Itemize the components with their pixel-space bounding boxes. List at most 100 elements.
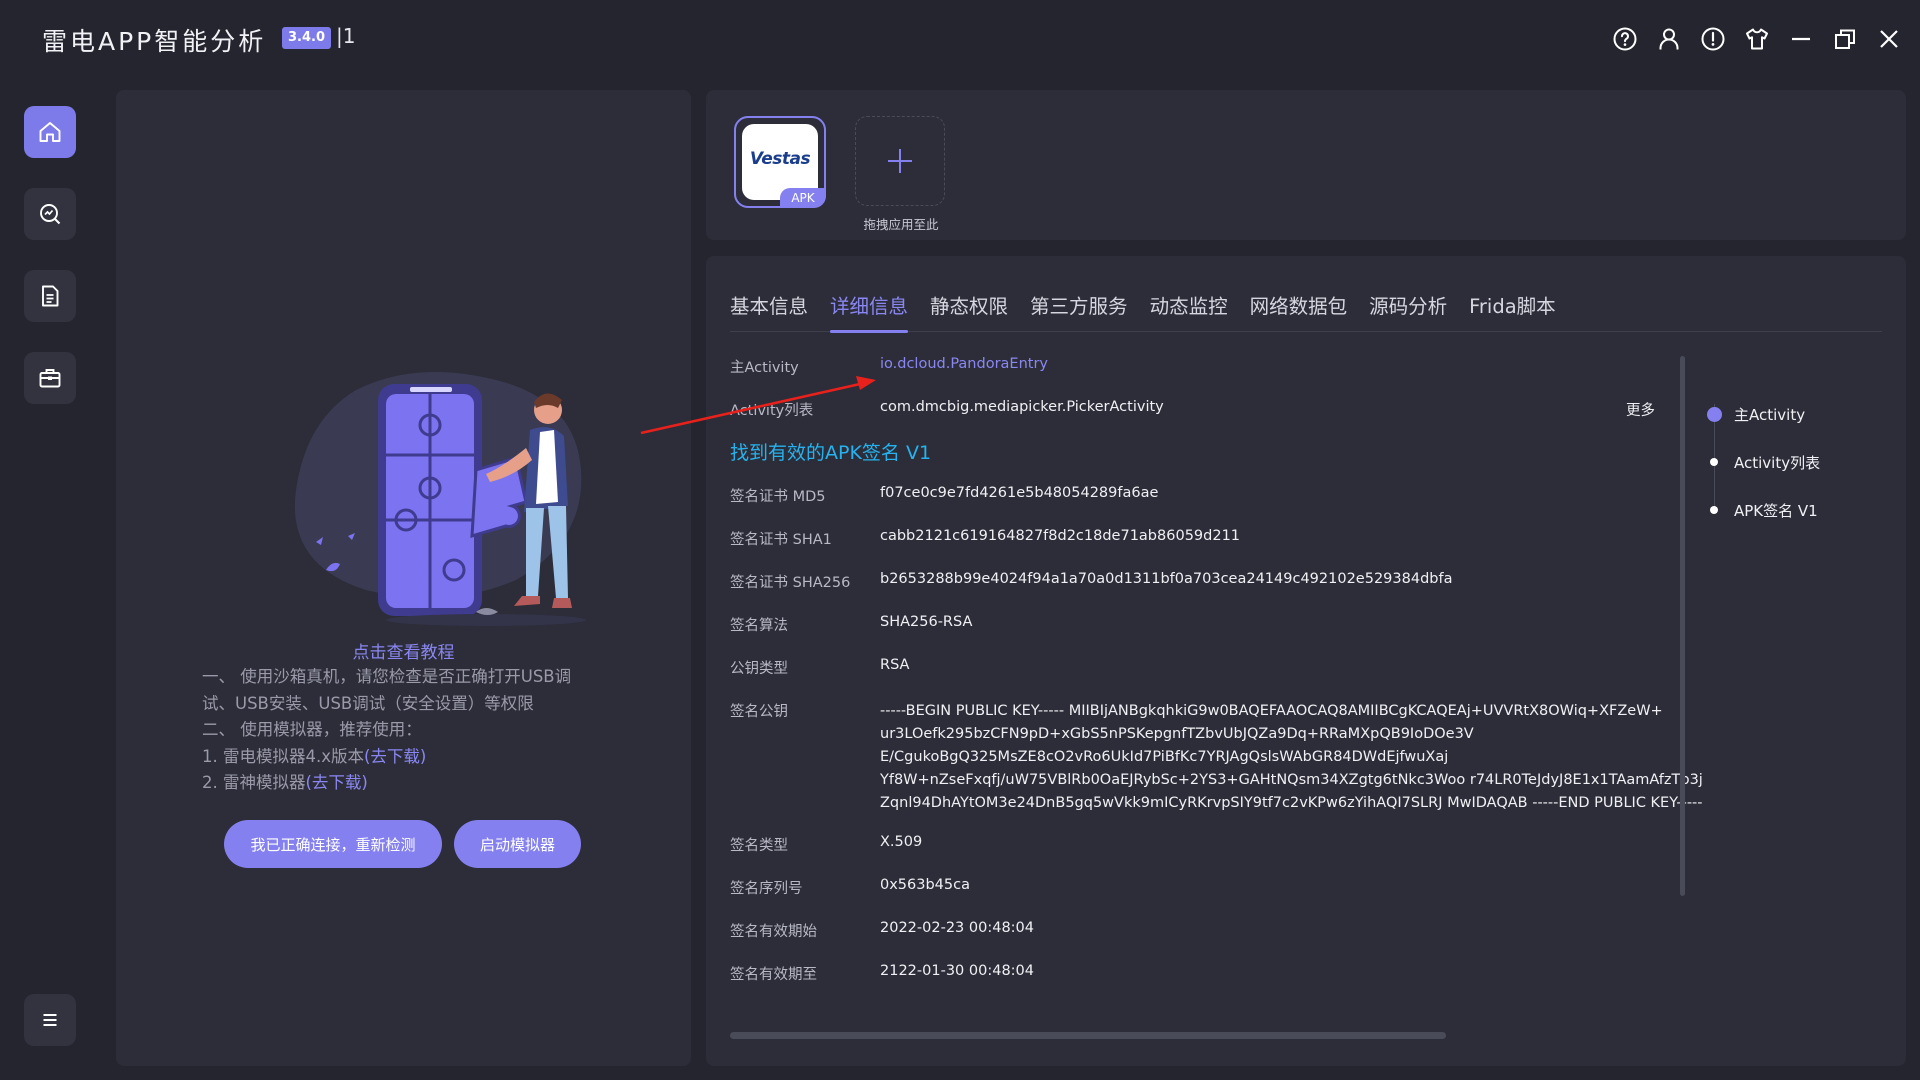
- instruction-line: 1. 雷电模拟器4.x版本(去下载): [202, 744, 622, 771]
- start-emulator-button[interactable]: 启动模拟器: [454, 820, 581, 868]
- home-icon: [39, 122, 61, 142]
- build-label: |1: [336, 24, 356, 48]
- cert-type-value: X.509: [880, 834, 923, 850]
- connection-guide-panel: 点击查看教程 一、 使用沙箱真机，请您检查是否正确打开USB调 试、USB安装、…: [116, 90, 691, 1066]
- pubkey-line: ur3LOefk295bzCFN9pD+xGbS5nPSKepgnfTZbvUb…: [880, 726, 1474, 742]
- sha1-value: cabb2121c619164827f8d2c18de71ab86059d211: [880, 528, 1241, 544]
- skin-icon: [1746, 28, 1768, 50]
- sidebar-item-home[interactable]: [24, 106, 76, 158]
- tab-frida-script[interactable]: Frida脚本: [1469, 282, 1556, 332]
- pubkey-line: -----BEGIN PUBLIC KEY----- MIIBIjANBgkqh…: [880, 703, 1663, 719]
- emulator-name-ldplayer: 1. 雷电模拟器4.x版本: [202, 746, 364, 766]
- menu-icon: [43, 1014, 57, 1026]
- tab-third-party[interactable]: 第三方服务: [1030, 282, 1128, 332]
- valid-to-value: 2122-01-30 00:48:04: [880, 963, 1034, 979]
- serial-label: 签名序列号: [730, 881, 803, 897]
- tab-basic-info[interactable]: 基本信息: [730, 282, 808, 332]
- tab-detail-info[interactable]: 详细信息: [830, 282, 909, 333]
- valid-from-value: 2022-02-23 00:48:04: [880, 920, 1034, 936]
- pubkey-label: 签名公钥: [730, 704, 788, 720]
- app-logo-text: Vestas: [749, 149, 811, 169]
- tab-dynamic-monitor[interactable]: 动态监控: [1150, 282, 1228, 332]
- pubkey-line: Yf8W+nZseFxqfj/uW75VBlRb0OaEJRybSc+2YS3+…: [880, 772, 1703, 788]
- minimize-icon: [1792, 37, 1810, 41]
- tab-static-permissions[interactable]: 静态权限: [930, 282, 1008, 332]
- algorithm-label: 签名算法: [730, 618, 788, 634]
- notice-button[interactable]: [1696, 22, 1730, 56]
- section-nav-label: APK签名 V1: [1734, 502, 1818, 520]
- app-title: 雷电APP智能分析: [42, 27, 267, 56]
- tab-network-packets[interactable]: 网络数据包: [1250, 282, 1348, 332]
- pubkey-line: Zqnl94DhAYtOM3e24DnB5gq5wVkk9mICyRKrvpSI…: [880, 795, 1703, 811]
- sidebar-item-analysis[interactable]: [24, 188, 76, 240]
- tab-source-analysis[interactable]: 源码分析: [1369, 282, 1447, 332]
- window-controls: [1608, 22, 1906, 56]
- app-strip: Vestas APK 拖拽应用至此: [706, 90, 1906, 240]
- pubkey-type-label: 公钥类型: [730, 661, 788, 677]
- add-app-label: 拖拽应用至此: [863, 217, 939, 232]
- md5-value: f07ce0c9e7fd4261e5b48054289fa6ae: [880, 485, 1159, 501]
- app-card-selected[interactable]: Vestas APK: [734, 116, 826, 208]
- detail-panel: 基本信息 详细信息 静态权限 第三方服务 动态监控 网络数据包 源码分析 Fri…: [706, 256, 1906, 1066]
- emulator-name-leishen: 2. 雷神模拟器: [202, 773, 306, 792]
- download-ldplayer-link[interactable]: (去下载): [364, 747, 426, 766]
- main-activity-label: 主Activity: [730, 360, 799, 376]
- plus-icon: [888, 149, 912, 173]
- sidebar-menu-button[interactable]: [24, 994, 76, 1046]
- pubkey-type-value: RSA: [880, 657, 910, 673]
- section-nav-dot: [1710, 506, 1718, 514]
- sidebar-item-report[interactable]: [24, 270, 76, 322]
- user-button[interactable]: [1652, 22, 1686, 56]
- add-app-dropzone[interactable]: [855, 116, 945, 206]
- help-icon: [1613, 27, 1637, 51]
- sha256-label: 签名证书 SHA256: [730, 575, 851, 591]
- valid-to-label: 签名有效期至: [730, 967, 817, 983]
- analysis-icon: [40, 204, 61, 225]
- sidebar: [0, 76, 100, 1080]
- skin-button[interactable]: [1740, 22, 1774, 56]
- connection-instructions: 一、 使用沙箱真机，请您检查是否正确打开USB调 试、USB安装、USB调试（安…: [202, 664, 622, 797]
- pubkey-line: E/CgukoBgQ325MsZE8cO2vRo6UkId7PiBfKc7YRJ…: [880, 749, 1449, 765]
- alert-icon: [1701, 27, 1725, 51]
- download-leishen-link[interactable]: (去下载): [306, 773, 368, 792]
- detail-content: 主Activity io.dcloud.PandoraEntry Activit…: [730, 356, 1816, 1006]
- toolbox-icon: [39, 369, 61, 388]
- close-button[interactable]: [1872, 22, 1906, 56]
- instruction-line: 一、 使用沙箱真机，请您检查是否正确打开USB调: [202, 667, 572, 686]
- report-icon: [42, 285, 59, 307]
- md5-label: 签名证书 MD5: [730, 489, 826, 505]
- sha256-value: b2653288b99e4024f94a1a70a0d1311bf0a703ce…: [880, 571, 1453, 587]
- recheck-connection-button[interactable]: 我已正确连接，重新检测: [224, 820, 442, 868]
- signature-heading: 找到有效的APK签名 V1: [730, 442, 932, 464]
- tutorial-link[interactable]: 点击查看教程: [116, 638, 691, 663]
- restore-icon: [1835, 29, 1855, 49]
- algorithm-value: SHA256-RSA: [880, 614, 973, 630]
- version-badge: 3.4.0: [282, 27, 332, 49]
- vertical-scrollbar[interactable]: [1680, 356, 1685, 896]
- valid-from-label: 签名有效期始: [730, 924, 817, 940]
- sidebar-item-toolbox[interactable]: [24, 352, 76, 404]
- activity-list-label: Activity列表: [730, 403, 814, 419]
- section-nav-dot: [1707, 407, 1722, 422]
- serial-value: 0x563b45ca: [880, 877, 970, 893]
- instruction-line: 二、 使用模拟器，推荐使用：: [202, 720, 422, 739]
- section-nav-label: Activity列表: [1734, 454, 1821, 472]
- restore-button[interactable]: [1828, 22, 1862, 56]
- section-nav-label: 主Activity: [1734, 406, 1806, 424]
- puzzle-illustration: [294, 372, 586, 626]
- cert-type-label: 签名类型: [730, 838, 788, 854]
- instruction-line: 2. 雷神模拟器(去下载): [202, 770, 622, 797]
- instruction-line: 试、USB安装、USB调试（安全设置）等权限: [202, 693, 534, 713]
- apk-tag: APK: [780, 188, 826, 208]
- pubkey-value: -----BEGIN PUBLIC KEY----- MIIBIjANBgkqh…: [880, 700, 1703, 815]
- more-activities-link[interactable]: 更多: [1626, 399, 1655, 420]
- horizontal-scrollbar[interactable]: [730, 1032, 1446, 1039]
- user-icon: [1659, 28, 1679, 50]
- main-activity-link[interactable]: io.dcloud.PandoraEntry: [880, 356, 1048, 372]
- section-nav-dot: [1710, 458, 1718, 466]
- tab-bar: 基本信息 详细信息 静态权限 第三方服务 动态监控 网络数据包 源码分析 Fri…: [730, 282, 1882, 333]
- minimize-button[interactable]: [1784, 22, 1818, 56]
- close-icon: [1880, 30, 1898, 48]
- help-button[interactable]: [1608, 22, 1642, 56]
- title-bar: 雷电APP智能分析 3.4.0 |1: [0, 0, 1920, 76]
